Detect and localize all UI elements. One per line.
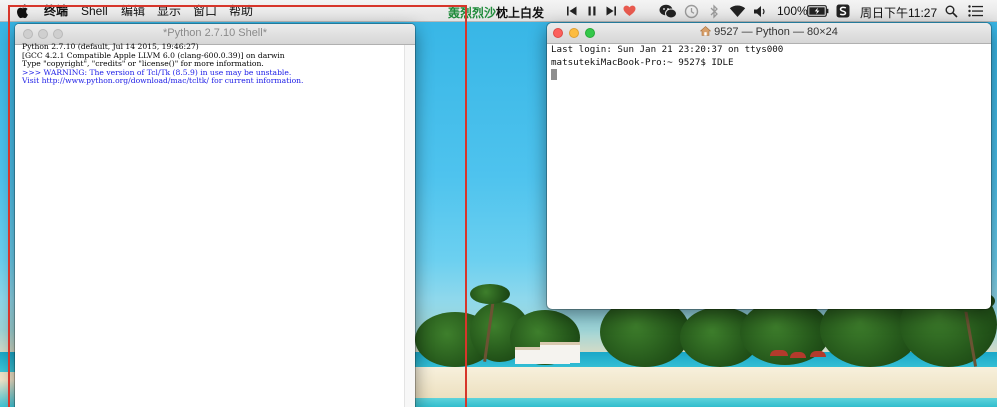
sogou-input-icon[interactable] (836, 3, 850, 19)
terminal-window-title-wrap: 9527 — Python — 80×24 (547, 26, 991, 38)
parasol (810, 351, 826, 357)
next-track-icon[interactable] (605, 3, 617, 19)
parasol (770, 350, 788, 356)
terminal-cursor (551, 69, 557, 80)
beach-hut (540, 342, 580, 363)
parasol (790, 352, 806, 358)
notification-center-icon[interactable] (968, 3, 983, 19)
time-machine-icon[interactable] (684, 3, 699, 19)
terminal-line: matsutekiMacBook-Pro:~ 9527$ IDLE (551, 56, 734, 68)
terminal-output[interactable]: Last login: Sun Jan 21 23:20:37 on ttys0… (551, 44, 987, 83)
annotation-highlight-box (8, 5, 467, 407)
terminal-titlebar[interactable]: 9527 — Python — 80×24 (547, 23, 991, 44)
bluetooth-icon[interactable] (709, 3, 719, 19)
pause-icon[interactable] (586, 3, 598, 19)
terminal-window[interactable]: 9527 — Python — 80×24 Last login: Sun Ja… (547, 23, 991, 309)
battery-icon[interactable] (807, 3, 829, 19)
lyric-rest: 枕上白发 (496, 6, 545, 20)
spotlight-icon[interactable] (945, 3, 958, 19)
clock[interactable]: 周日下午11:27 (860, 4, 937, 21)
volume-icon[interactable] (753, 3, 767, 19)
terminal-window-title: 9527 — Python — 80×24 (714, 26, 838, 38)
wechat-icon[interactable] (659, 3, 677, 19)
previous-track-icon[interactable] (566, 3, 578, 19)
terminal-line: Last login: Sun Jan 21 23:20:37 on ttys0… (551, 44, 784, 55)
heart-icon[interactable] (623, 3, 636, 19)
battery-percent[interactable]: 100% (777, 4, 808, 18)
shore-water (410, 398, 997, 407)
wifi-icon[interactable] (729, 3, 746, 19)
palm-crown (470, 284, 510, 304)
home-folder-icon (699, 26, 712, 36)
